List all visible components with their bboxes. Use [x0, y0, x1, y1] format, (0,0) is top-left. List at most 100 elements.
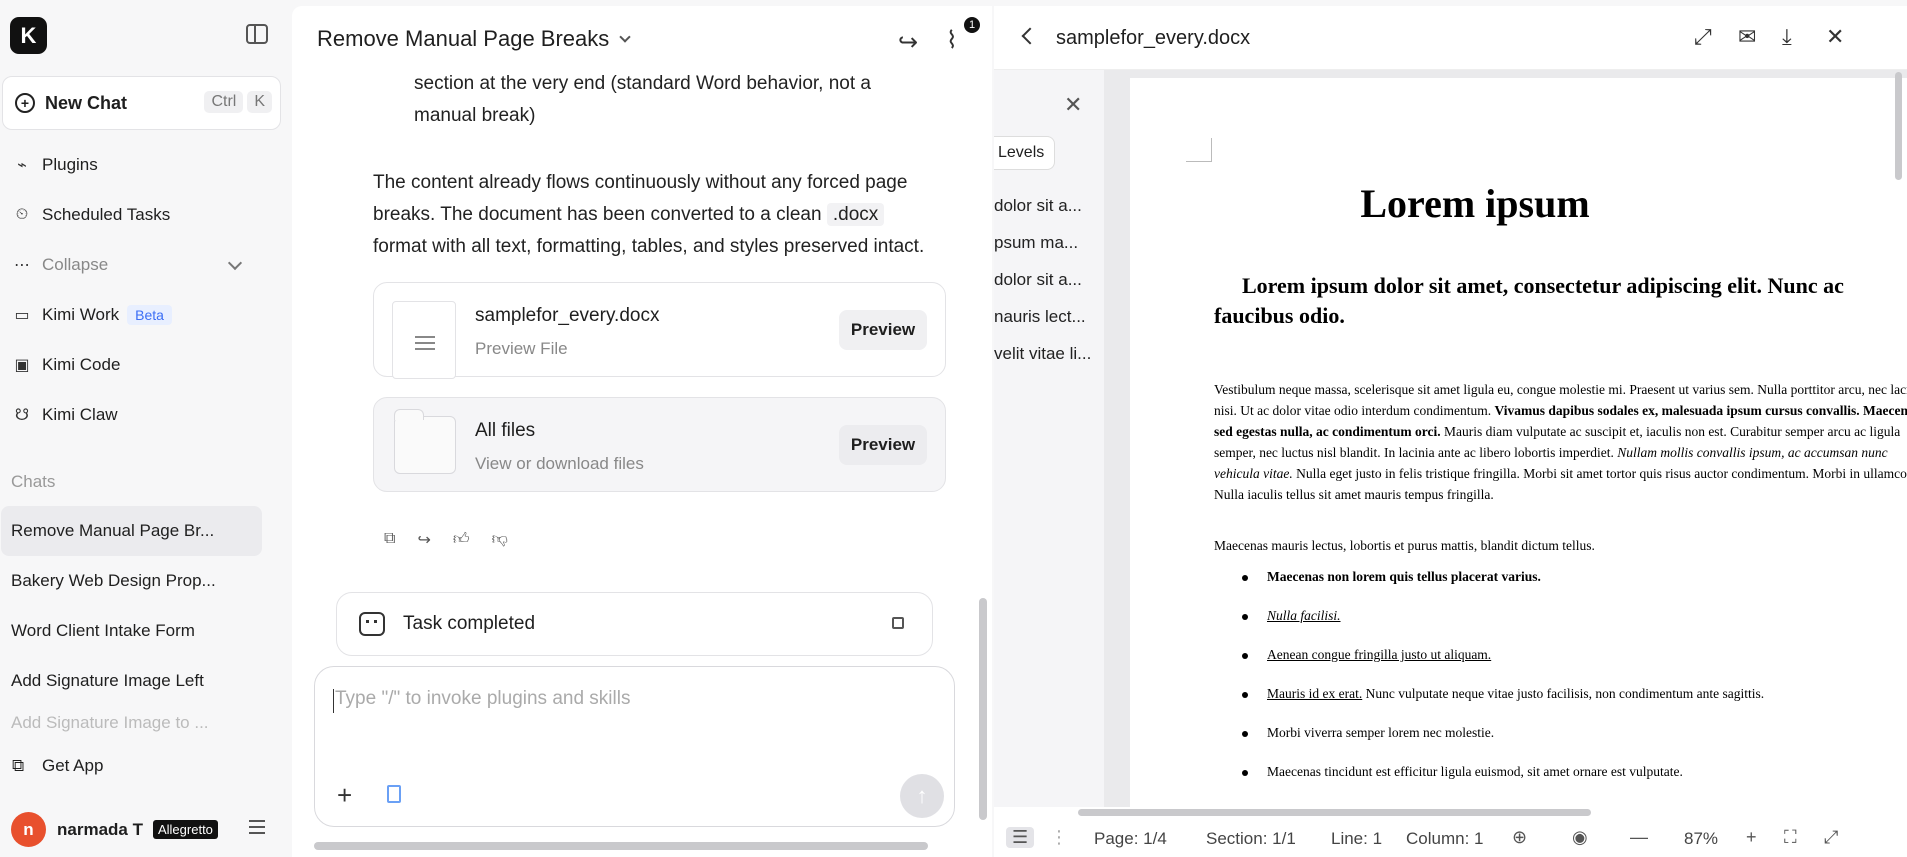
inline-code: .docx [826, 203, 885, 226]
zoom-in-icon[interactable]: + [1746, 827, 1757, 848]
send-button[interactable]: ↑ [900, 774, 944, 818]
sidebar-item-scheduled-tasks[interactable]: ⏲ Scheduled Tasks [12, 205, 170, 225]
chat-panel: Remove Manual Page Breaks ↪ ⌇ 1 section … [292, 6, 992, 857]
list-item-text: Mauris id ex erat. [1267, 686, 1363, 701]
add-icon[interactable]: + [337, 780, 352, 811]
message-actions: ⧉ ↪ 👍︎ 👎︎ [384, 530, 508, 550]
sidebar-item-kimi-code[interactable]: ▣ Kimi Code [12, 355, 120, 375]
download-icon[interactable]: ⤓ [1782, 24, 1792, 50]
fullscreen-icon[interactable]: ⤢ [1694, 24, 1712, 50]
beta-badge: Beta [127, 305, 172, 325]
monitor-icon: ▭ [14, 307, 30, 324]
task-status-bar[interactable]: Task completed [336, 592, 933, 656]
user-profile[interactable]: n narmada T Allegretto [11, 812, 218, 847]
scrollbar-thumb[interactable] [979, 598, 987, 820]
document-heading-1: Lorem ipsum [1360, 181, 1590, 226]
attachment-count-badge: 1 [964, 17, 980, 33]
outline-item[interactable]: psum ma... [994, 233, 1078, 253]
expand-icon[interactable]: ⤢ [1824, 827, 1838, 848]
sidebar-item-plugins[interactable]: ⌁ Plugins [12, 155, 98, 175]
menu-icon[interactable] [249, 820, 265, 834]
globe-icon[interactable]: ⊕ [1512, 827, 1527, 848]
chat-scrollbar[interactable] [979, 74, 987, 820]
shortcut-key-k: K [247, 91, 272, 113]
message-line: The content already flows continuously w… [373, 172, 908, 193]
new-chat-label: New Chat [45, 92, 128, 113]
sidebar-item-label: Collapse [42, 255, 109, 274]
chat-title-dropdown[interactable]: Remove Manual Page Breaks [317, 26, 631, 52]
chat-title: Remove Manual Page Breaks [317, 26, 610, 51]
page-indicator: Page: 1/4 [1094, 829, 1167, 848]
document-bullet-list: Maecenas non lorem quis tellus placerat … [1234, 569, 1764, 803]
chat-history-item[interactable]: Bakery Web Design Prop... [1, 556, 262, 606]
outline-item[interactable]: dolor sit a... [994, 196, 1082, 216]
sidebar-item-kimi-work[interactable]: ▭ Kimi Work Beta [12, 305, 172, 325]
list-item: Maecenas tincidunt est efficitur ligula … [1234, 764, 1764, 803]
chat-history-item[interactable]: Word Client Intake Form [1, 606, 262, 656]
chat-history-item[interactable]: Remove Manual Page Br... [1, 506, 262, 556]
zoom-out-icon[interactable]: — [1630, 827, 1648, 848]
message-line: manual break) [414, 105, 536, 126]
list-item: Morbi viverra semper lorem nec molestie. [1234, 725, 1764, 764]
chat-history-item[interactable]: Add Signature Image Left [1, 656, 262, 706]
robot-icon [359, 612, 385, 636]
document-header: samplefor_every.docx ⤢ ✉ ⤓ ✕ [994, 6, 1907, 70]
copy-icon[interactable]: ⧉ [384, 530, 395, 550]
list-item-text: Nunc vulputate neque vitae justo facilis… [1362, 686, 1765, 701]
chevron-down-icon[interactable] [227, 255, 243, 271]
sidebar-item-kimi-claw[interactable]: ☋ Kimi Claw [12, 405, 118, 425]
outline-toggle-icon[interactable]: ☰ [1006, 827, 1035, 848]
outline-item[interactable]: nauris lect... [994, 307, 1086, 327]
kimi-logo[interactable]: K [10, 17, 47, 54]
thumbs-down-icon[interactable]: 👎︎ [492, 530, 508, 550]
mail-icon[interactable]: ✉ [1738, 24, 1756, 50]
outline-item[interactable]: velit vitae li... [994, 344, 1091, 364]
share-icon[interactable]: ↪ [417, 530, 430, 550]
all-files-card[interactable]: All files View or download files Preview [373, 397, 946, 492]
plug-icon: ⌁ [17, 157, 27, 174]
chat-horizontal-scrollbar[interactable] [314, 842, 928, 850]
file-card[interactable]: samplefor_every.docx Preview File Previe… [373, 282, 946, 379]
preview-all-files-button[interactable]: Preview [839, 425, 927, 465]
get-app-label: Get App [42, 756, 104, 775]
terminal-icon: ▣ [14, 357, 30, 374]
chat-input-box[interactable]: Type "/" to invoke plugins and skills + … [314, 666, 955, 827]
chat-history-item[interactable]: Add Signature Image to ... [1, 706, 262, 740]
page-break-icon[interactable]: ⋮ [1050, 827, 1068, 848]
share-icon[interactable]: ↪ [898, 28, 918, 57]
outline-panel: ✕ Levels dolor sit a... psum ma... dolor… [994, 70, 1104, 807]
preview-file-button[interactable]: Preview [839, 310, 927, 350]
sidebar: K + New Chat Ctrl K ⌁ Plugins ⏲ Schedule… [0, 0, 290, 857]
back-arrow-icon[interactable] [1021, 27, 1039, 45]
outline-item[interactable]: dolor sit a... [994, 270, 1082, 290]
sidebar-item-label: Kimi Code [42, 355, 121, 374]
device-icon: ⧉ [12, 756, 25, 775]
close-icon[interactable]: ✕ [1826, 24, 1844, 50]
expand-icon[interactable] [892, 617, 904, 629]
document-canvas[interactable]: Lorem ipsum Lorem ipsum dolor sit amet, … [1104, 70, 1907, 807]
new-chat-button[interactable]: + New Chat Ctrl K [2, 76, 281, 130]
list-item: Aenean congue fringilla justo ut aliquam… [1234, 647, 1764, 686]
eye-icon[interactable]: ◉ [1572, 827, 1588, 848]
dots-icon: ⋯ [14, 257, 30, 274]
message-line: breaks. The document has been converted … [373, 199, 963, 231]
document-horizontal-scrollbar[interactable] [1078, 809, 1591, 816]
get-app-button[interactable]: ⧉ Get App [12, 756, 103, 776]
thumbs-up-icon[interactable]: 👍︎ [453, 530, 470, 550]
paperclip-icon[interactable]: ⌇ [946, 26, 958, 55]
plus-circle-icon: + [15, 93, 35, 113]
list-item-text: Nulla facilisi. [1267, 608, 1341, 623]
document-scrollbar[interactable] [1895, 72, 1902, 180]
close-outline-icon[interactable]: ✕ [1064, 92, 1082, 118]
document-paragraph: Vestibulum neque massa, scelerisque sit … [1214, 379, 1907, 505]
document-status-bar: ☰ ⋮ Page: 1/4 Section: 1/1 Line: 1 Colum… [994, 819, 1907, 857]
levels-button[interactable]: Levels [994, 136, 1056, 170]
zoom-level: 87% [1684, 829, 1719, 848]
margin-marker [1186, 138, 1212, 162]
file-icon[interactable] [387, 785, 401, 803]
fit-page-icon[interactable]: ⛶ [1784, 827, 1797, 848]
document-preview-panel: samplefor_every.docx ⤢ ✉ ⤓ ✕ ✕ Levels do… [994, 6, 1907, 857]
list-item-text: Maecenas non lorem quis tellus placerat … [1267, 569, 1541, 584]
sidebar-toggle-icon[interactable] [246, 24, 268, 44]
sidebar-item-collapse[interactable]: ⋯ Collapse [12, 255, 108, 275]
